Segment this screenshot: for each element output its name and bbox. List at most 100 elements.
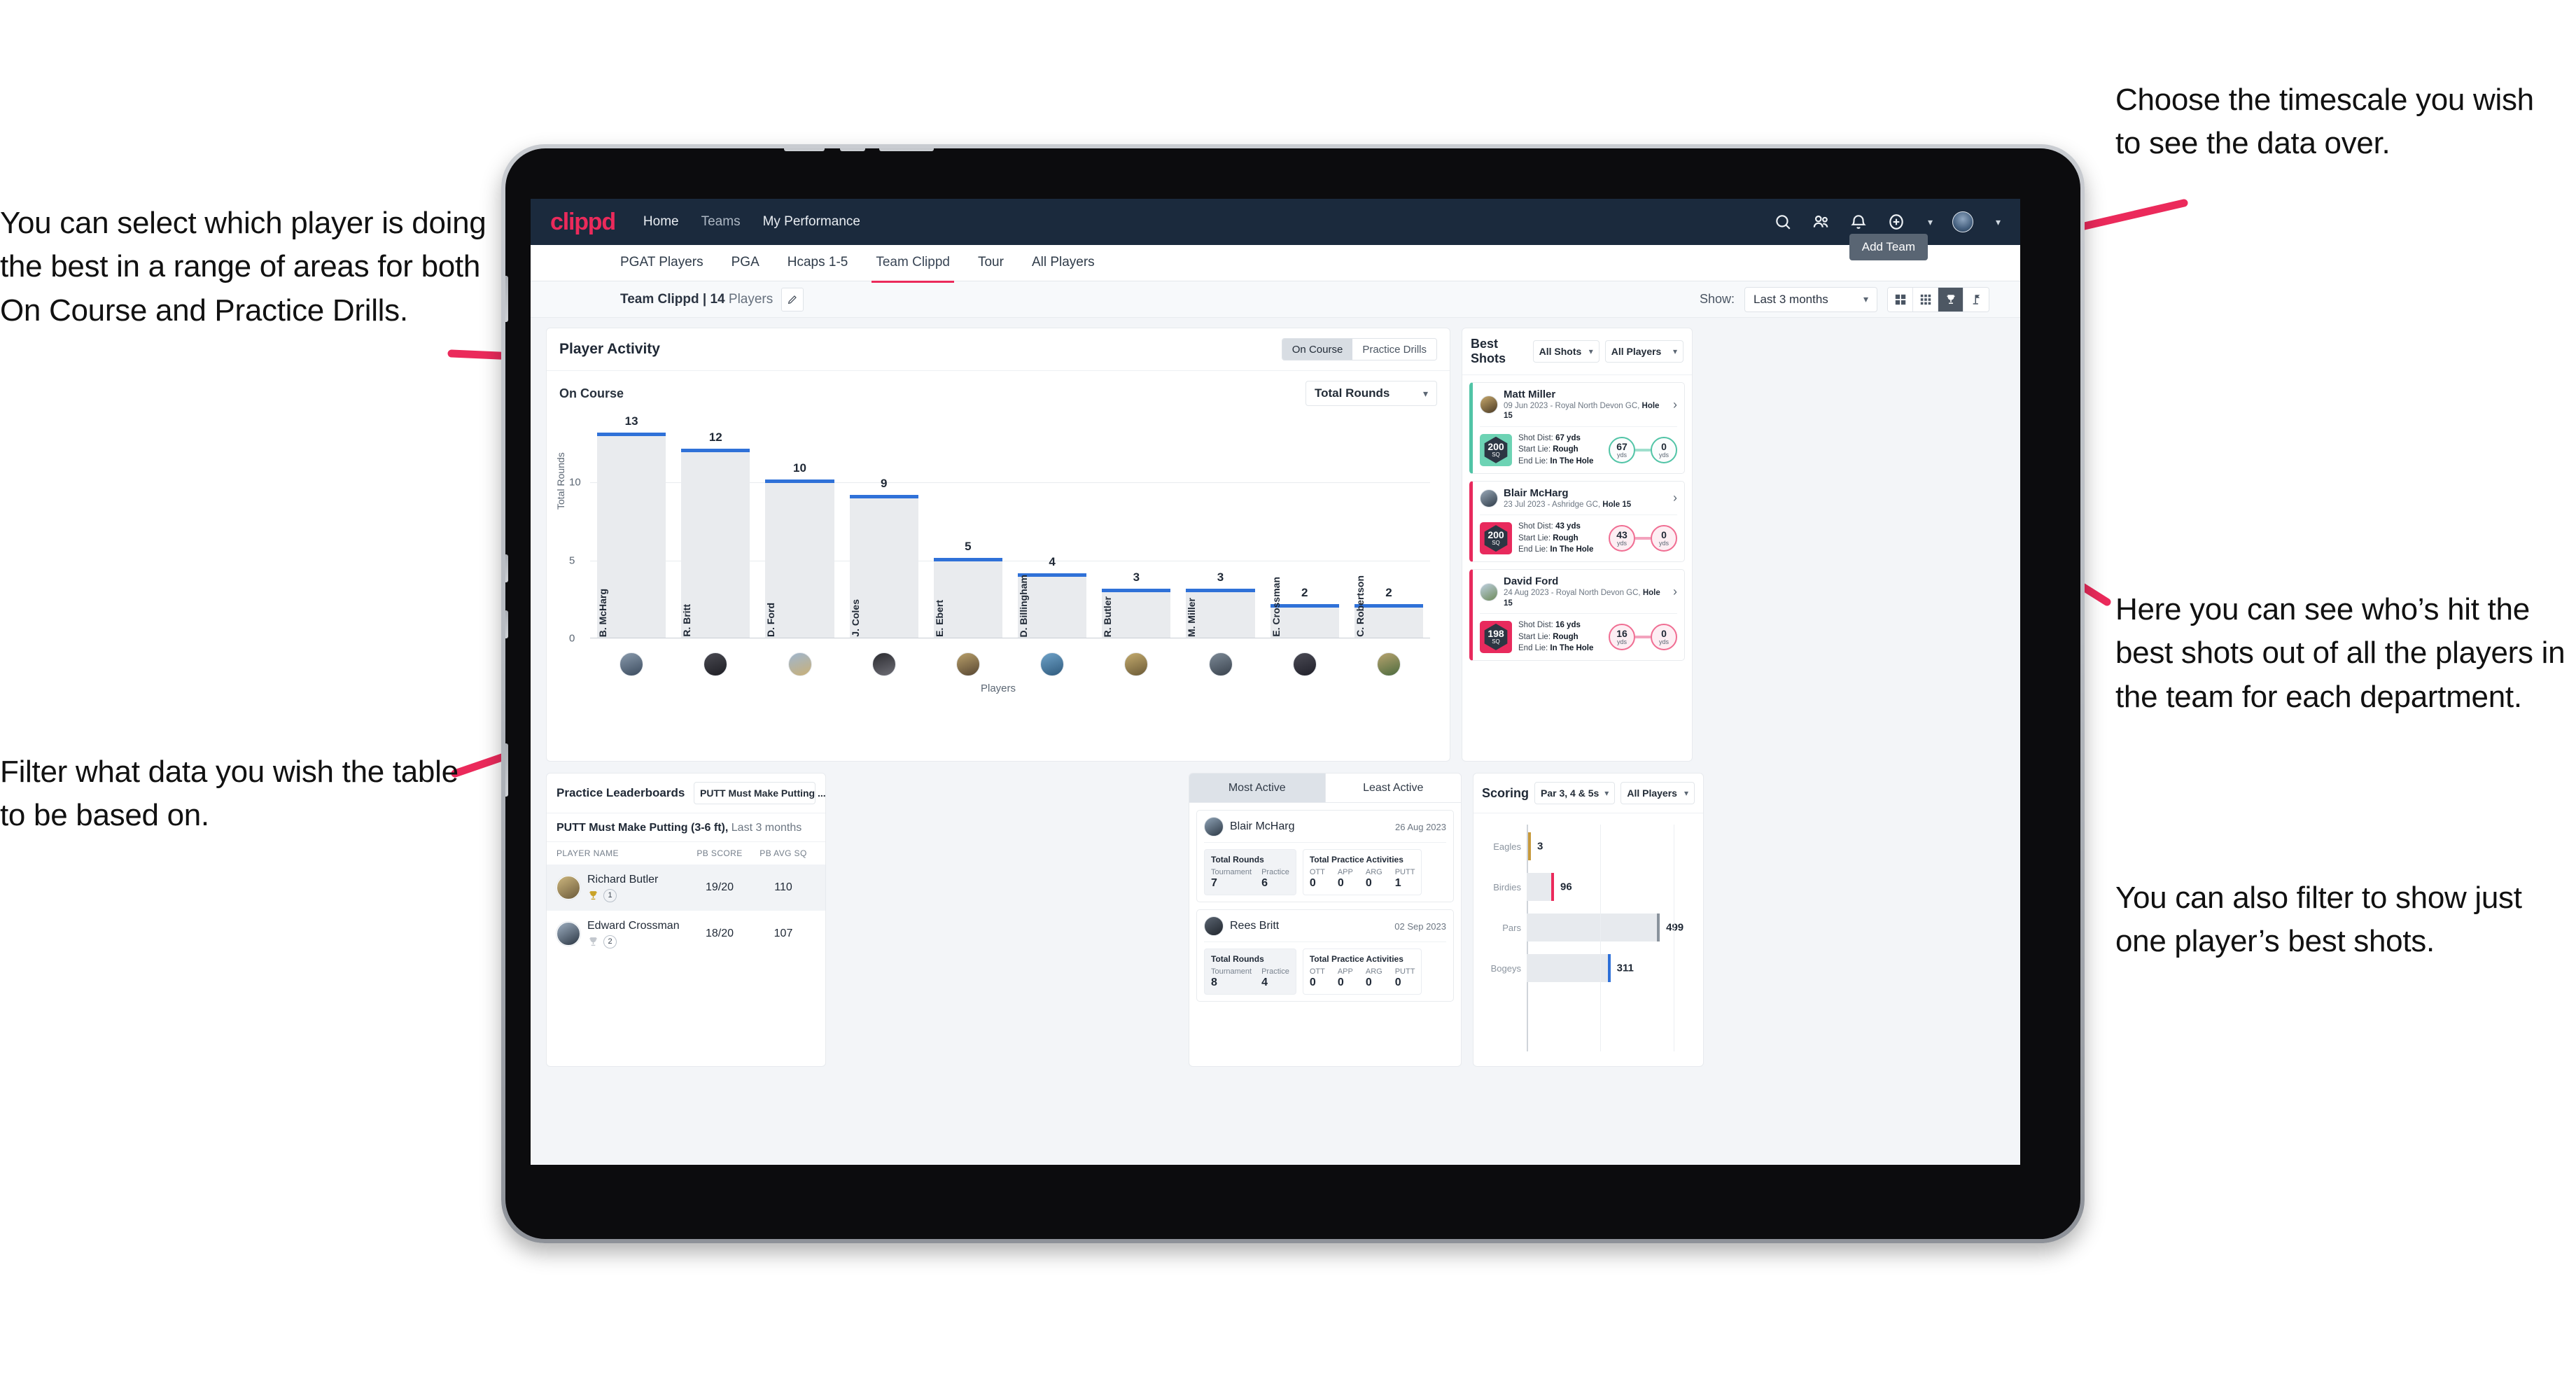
plus-circle-icon[interactable] [1887, 213, 1905, 231]
chart-bar-column[interactable]: 2 E. Crossman [1270, 420, 1339, 638]
nav-link-my-performance[interactable]: My Performance [763, 214, 860, 230]
stat-arg: ARG 0 [1365, 967, 1382, 988]
tab-least-active[interactable]: Least Active [1324, 774, 1461, 802]
trophy-icon [589, 937, 598, 946]
distance-visual: 16 yds 0 yds [1609, 623, 1677, 650]
practice-leaderboards-header: Practice Leaderboards PUTT Must Make Put… [547, 774, 825, 813]
best-shots-player-filter[interactable]: All Players ▾ [1604, 340, 1684, 363]
grid-4-icon[interactable] [1888, 287, 1913, 312]
grid-9-icon[interactable] [1913, 287, 1938, 312]
scoring-track: 96 [1527, 873, 1693, 901]
flag-icon[interactable] [1963, 287, 1989, 312]
nav-link-teams[interactable]: Teams [701, 214, 741, 230]
top-navigation-bar: clippd Home Teams My Performance ▾ ▾ [531, 199, 2020, 245]
player-avatar[interactable] [1124, 652, 1149, 676]
player-avatar[interactable] [1376, 652, 1401, 676]
chevron-down-icon-profile[interactable]: ▾ [1996, 216, 2001, 228]
tab-all-players[interactable]: All Players [1032, 255, 1095, 272]
best-shot-identity: Blair McHarg 23 Jul 2023 - Ashridge GC, H… [1504, 487, 1631, 510]
segment-on-course[interactable]: On Course [1282, 339, 1353, 360]
chart-bar-column[interactable]: 3 R. Butler [1102, 420, 1171, 638]
scoring-chart: Eagles 3 Birdies 96 Pars 499 Bogeys 311 [1474, 813, 1703, 1058]
scoring-par-filter-value: Par 3, 4 & 5s [1541, 788, 1600, 799]
tab-team-clippd[interactable]: Team Clippd [872, 255, 954, 283]
tab-hcaps-1-5[interactable]: Hcaps 1-5 [788, 255, 848, 272]
scoring-category-label: Birdies [1493, 881, 1521, 892]
chart-bar-column[interactable]: 13 B. McHarg [597, 414, 666, 638]
activity-entry-header: Rees Britt 02 Sep 2023 [1204, 916, 1446, 942]
player-avatar[interactable] [704, 652, 728, 676]
player-avatar[interactable] [1040, 652, 1065, 676]
player-avatar[interactable] [1208, 652, 1233, 676]
chevron-right-icon[interactable]: › [1673, 584, 1677, 599]
clippd-logo[interactable]: clippd [550, 209, 616, 236]
scoring-row[interactable]: Bogeys 311 [1483, 948, 1693, 988]
avatar [556, 875, 580, 899]
chart-bar-column[interactable]: 10 D. Ford [765, 420, 834, 638]
timescale-select[interactable]: Last 3 months ▾ [1744, 286, 1877, 312]
search-icon[interactable] [1774, 213, 1792, 231]
player-avatar[interactable] [1292, 652, 1317, 676]
edit-team-button[interactable] [781, 287, 804, 312]
people-icon[interactable] [1812, 213, 1830, 231]
chart-bar-column[interactable]: 9 J. Coles [849, 420, 918, 638]
scoring-player-filter[interactable]: All Players ▾ [1620, 782, 1695, 804]
chart-bar-column[interactable]: 12 R. Britt [681, 420, 750, 638]
tab-pga[interactable]: PGA [732, 255, 760, 272]
metric-select[interactable]: Total Rounds ▾ [1306, 381, 1437, 406]
avatar [1204, 916, 1224, 936]
best-shot-card[interactable]: Blair McHarg 23 Jul 2023 - Ashridge GC, H… [1469, 480, 1685, 563]
trophy-icon[interactable] [1938, 287, 1963, 312]
player-avatar-wrap [850, 652, 918, 676]
tab-tour[interactable]: Tour [978, 255, 1004, 272]
practice-activities-title: Total Practice Activities [1309, 954, 1404, 964]
table-row[interactable]: Richard Butler 1 19/20 110 [547, 864, 825, 911]
activity-entry-header: Blair McHarg 26 Aug 2023 [1204, 817, 1446, 843]
scoring-row[interactable]: Pars 499 [1483, 907, 1693, 948]
chart-bar-column[interactable]: 2 C. Robertson [1354, 420, 1424, 638]
activity-entry-card[interactable]: Blair McHarg 26 Aug 2023 Total Rounds Tourn… [1196, 810, 1454, 902]
scoring-row[interactable]: Eagles 3 [1483, 826, 1693, 867]
start-lie-line: Start Lie: Rough [1518, 445, 1578, 454]
drill-select[interactable]: PUTT Must Make Putting ... ▾ [694, 782, 825, 804]
best-shots-shot-filter[interactable]: All Shots ▾ [1532, 340, 1600, 363]
rank-badge: 1 [603, 888, 617, 902]
add-team-button[interactable]: Add Team [1849, 234, 1928, 260]
scoring-bar-tip [1551, 873, 1554, 901]
table-row[interactable]: Edward Crossman 2 18/20 107 [547, 911, 825, 957]
start-lie-line: Start Lie: Rough [1518, 533, 1578, 542]
activity-entry-card[interactable]: Rees Britt 02 Sep 2023 Total Rounds Tournam… [1196, 909, 1454, 1002]
dashboard-body: Player Activity On Course Practice Drill… [531, 318, 2020, 1165]
chart-bar-column[interactable]: 3 M. Miller [1186, 420, 1255, 638]
chevron-down-icon-add[interactable]: ▾ [1928, 216, 1933, 228]
chart-bar-column[interactable]: 4 D. Billingham [1018, 420, 1087, 638]
chevron-right-icon[interactable]: › [1673, 491, 1677, 505]
player-avatar[interactable] [620, 652, 644, 676]
practice-activities-values: OTT 0 APP 0 ARG 0 PUTT 1 [1310, 868, 1415, 890]
segment-practice-drills[interactable]: Practice Drills [1352, 339, 1436, 360]
start-lie-line: Start Lie: Rough [1518, 632, 1578, 641]
tab-pgat-players[interactable]: PGAT Players [620, 255, 704, 272]
scoring-gridline [1600, 825, 1601, 1051]
column-player-name: PLAYER NAME [556, 848, 619, 858]
distance-start: 67 yds [1609, 436, 1635, 463]
distance-connector [1635, 448, 1651, 451]
bell-icon[interactable] [1849, 213, 1868, 231]
activity-card: Most Active Least Active Blair McHarg 26 … [1189, 773, 1462, 1067]
chevron-right-icon[interactable]: › [1673, 398, 1677, 412]
scoring-par-filter[interactable]: Par 3, 4 & 5s ▾ [1534, 782, 1616, 804]
avatar[interactable] [1952, 211, 1973, 232]
nav-link-home[interactable]: Home [643, 214, 679, 230]
scoring-bar [1527, 954, 1611, 982]
scoring-row[interactable]: Birdies 96 [1483, 867, 1693, 907]
best-shot-hole: Hole 15 [1504, 589, 1660, 608]
chart-bar-label: R. Butler [1102, 596, 1114, 637]
tab-most-active[interactable]: Most Active [1189, 774, 1325, 802]
timescale-value: Last 3 months [1754, 292, 1828, 306]
best-shot-card[interactable]: Matt Miller 09 Jun 2023 - Royal North Dev… [1469, 382, 1685, 474]
chart-bar-column[interactable]: 5 E. Ebert [933, 420, 1003, 638]
player-avatar[interactable] [955, 652, 980, 676]
best-shot-card[interactable]: David Ford 24 Aug 2023 - Royal North Devo… [1469, 569, 1685, 661]
player-avatar[interactable] [788, 652, 812, 676]
player-avatar[interactable] [872, 652, 896, 676]
